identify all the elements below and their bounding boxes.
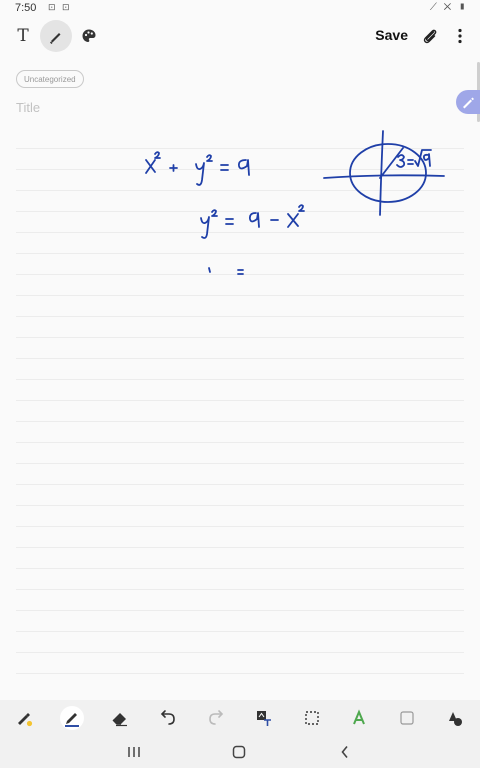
- rounded-square-icon: [400, 711, 414, 725]
- recents-button[interactable]: [124, 744, 144, 760]
- palette-button[interactable]: [73, 20, 105, 52]
- more-vertical-icon: [458, 28, 462, 44]
- text-recognition-button[interactable]: [252, 706, 276, 730]
- shapes-button[interactable]: [443, 706, 467, 730]
- home-icon: [232, 745, 246, 759]
- handwriting-mode-button[interactable]: [40, 20, 72, 52]
- text-t-icon: T: [17, 26, 29, 46]
- category-chip[interactable]: Uncategorized: [16, 70, 84, 88]
- more-options-button[interactable]: [452, 24, 468, 48]
- shape-letter-icon: [353, 709, 365, 725]
- system-nav-bar: [0, 736, 480, 768]
- eraser-tool-button[interactable]: [108, 706, 132, 730]
- home-button[interactable]: [229, 744, 249, 760]
- text-mode-button[interactable]: T: [7, 20, 39, 52]
- insert-image-button[interactable]: [395, 706, 419, 730]
- recents-icon: [128, 747, 140, 757]
- attach-button[interactable]: [418, 24, 442, 48]
- back-button[interactable]: [335, 744, 355, 760]
- pen-edit-icon: [463, 97, 474, 109]
- redo-button[interactable]: [204, 706, 228, 730]
- fountain-pen-icon: [18, 713, 33, 727]
- lasso-select-icon: [305, 711, 319, 725]
- shapes-icon: [449, 712, 462, 726]
- status-system-icons: ⟋ ✕ ▮: [429, 2, 468, 13]
- handwriting-to-text-icon: [257, 711, 271, 726]
- eraser-icon: [112, 713, 127, 727]
- selection-tool-button[interactable]: [300, 706, 324, 730]
- paperclip-icon: [423, 29, 437, 44]
- pen-icon: [49, 33, 61, 44]
- pencil-icon: [65, 713, 79, 727]
- handwriting-strokes: [145, 130, 445, 275]
- status-bar: 7:50 ⊡ ⊡ ⟋ ✕ ▮: [0, 0, 480, 16]
- top-toolbar: T Save: [0, 16, 480, 56]
- undo-button[interactable]: [156, 706, 180, 730]
- title-field[interactable]: Title: [16, 100, 40, 115]
- drawing-tools-bar: [0, 700, 480, 736]
- back-chevron-icon: [341, 745, 348, 759]
- floating-pen-button[interactable]: [456, 90, 480, 114]
- save-button[interactable]: Save: [375, 27, 408, 43]
- palette-icon: [82, 29, 96, 42]
- status-time: 7:50: [15, 2, 37, 14]
- pen-tool-button[interactable]: [12, 706, 36, 730]
- redo-icon: [209, 710, 224, 725]
- status-notification-icons: ⊡ ⊡: [48, 2, 72, 12]
- shape-recognition-button[interactable]: [347, 706, 371, 730]
- pencil-tool-button[interactable]: [60, 706, 84, 730]
- undo-icon: [160, 710, 175, 725]
